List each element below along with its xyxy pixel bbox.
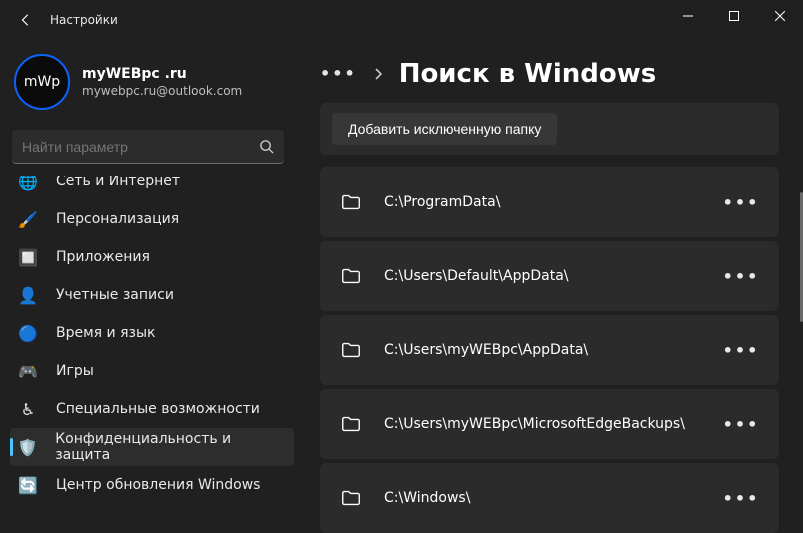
maximize-button[interactable] xyxy=(711,0,757,32)
sidebar-item[interactable]: 🎮 Игры xyxy=(10,352,294,390)
back-button[interactable] xyxy=(12,6,40,34)
sidebar-item-icon: ♿ xyxy=(14,400,42,419)
folder-path: C:\ProgramData\ xyxy=(384,194,701,210)
sidebar-item-label: Специальные возможности xyxy=(56,401,260,417)
row-more-button[interactable]: ••• xyxy=(723,188,759,216)
breadcrumb: ••• Поиск в Windows xyxy=(320,56,779,91)
profile-name: myWEBpc .ru xyxy=(82,66,242,82)
folder-path: C:\Users\myWEBpc\AppData\ xyxy=(384,342,701,358)
row-more-button[interactable]: ••• xyxy=(723,262,759,290)
row-more-button[interactable]: ••• xyxy=(723,336,759,364)
excluded-folder-row[interactable]: C:\Users\Default\AppData\ ••• xyxy=(320,241,779,311)
folder-icon xyxy=(340,191,362,213)
sidebar-item-icon: 🔲 xyxy=(14,248,42,267)
main-panel: ••• Поиск в Windows Добавить исключенную… xyxy=(296,40,803,533)
sidebar-item-label: Центр обновления Windows xyxy=(56,477,260,493)
excluded-folder-row[interactable]: C:\Windows\ ••• xyxy=(320,463,779,533)
sidebar-nav: 🌐 Сеть и Интернет🖌️ Персонализация🔲 Прил… xyxy=(10,176,294,533)
sidebar-item[interactable]: ♿ Специальные возможности xyxy=(10,390,294,428)
sidebar-item-label: Сеть и Интернет xyxy=(56,176,180,189)
sidebar-item-icon: 🎮 xyxy=(14,362,42,381)
sidebar-item[interactable]: 🌐 Сеть и Интернет xyxy=(10,176,294,200)
sidebar-item-label: Игры xyxy=(56,363,94,379)
sidebar-item[interactable]: 🔲 Приложения xyxy=(10,238,294,276)
excluded-folder-row[interactable]: C:\Users\myWEBpc\AppData\ ••• xyxy=(320,315,779,385)
avatar: mWp xyxy=(14,54,70,110)
sidebar: mWp myWEBpc .ru mywebpc.ru@outlook.com 🌐… xyxy=(0,40,296,533)
sidebar-item[interactable]: 🖌️ Персонализация xyxy=(10,200,294,238)
sidebar-item-icon: 🛡️ xyxy=(14,438,41,457)
sidebar-item-label: Конфиденциальность и защита xyxy=(55,431,284,463)
profile-block[interactable]: mWp myWEBpc .ru mywebpc.ru@outlook.com xyxy=(10,44,294,122)
folder-path: C:\Users\Default\AppData\ xyxy=(384,268,701,284)
row-more-button[interactable]: ••• xyxy=(723,484,759,512)
search-icon xyxy=(259,139,274,154)
sidebar-item-icon: 🔄 xyxy=(14,476,42,495)
search-input[interactable] xyxy=(22,139,251,155)
chevron-right-icon xyxy=(373,67,383,81)
search-box[interactable] xyxy=(12,130,284,164)
sidebar-item[interactable]: 👤 Учетные записи xyxy=(10,276,294,314)
sidebar-item[interactable]: 🛡️ Конфиденциальность и защита xyxy=(10,428,294,466)
sidebar-item-icon: 👤 xyxy=(14,286,42,305)
folder-icon xyxy=(340,487,362,509)
excluded-folder-row[interactable]: C:\ProgramData\ ••• xyxy=(320,167,779,237)
window-controls xyxy=(665,0,803,32)
add-excluded-folder-button[interactable]: Добавить исключенную папку xyxy=(332,113,557,145)
folder-icon xyxy=(340,413,362,435)
excluded-folders-list: C:\ProgramData\ ••• C:\Users\Default\App… xyxy=(320,167,779,533)
page-title: Поиск в Windows xyxy=(399,59,657,89)
add-folder-bar: Добавить исключенную папку xyxy=(320,103,779,155)
breadcrumb-more-button[interactable]: ••• xyxy=(320,64,357,83)
sidebar-item-label: Персонализация xyxy=(56,211,179,227)
folder-icon xyxy=(340,265,362,287)
sidebar-item-label: Приложения xyxy=(56,249,150,265)
excluded-folder-row[interactable]: C:\Users\myWEBpc\MicrosoftEdgeBackups\ •… xyxy=(320,389,779,459)
sidebar-item-icon: 🔵 xyxy=(14,324,42,343)
minimize-button[interactable] xyxy=(665,0,711,32)
profile-email: mywebpc.ru@outlook.com xyxy=(82,84,242,98)
folder-path: C:\Users\myWEBpc\MicrosoftEdgeBackups\ xyxy=(384,416,701,432)
sidebar-item-icon: 🌐 xyxy=(14,176,42,191)
close-button[interactable] xyxy=(757,0,803,32)
sidebar-item[interactable]: 🔄 Центр обновления Windows xyxy=(10,466,294,504)
sidebar-item-label: Время и язык xyxy=(56,325,155,341)
sidebar-item-icon: 🖌️ xyxy=(14,210,42,229)
sidebar-item[interactable]: 🔵 Время и язык xyxy=(10,314,294,352)
folder-icon xyxy=(340,339,362,361)
window-title: Настройки xyxy=(50,13,118,27)
folder-path: C:\Windows\ xyxy=(384,490,701,506)
sidebar-item-label: Учетные записи xyxy=(56,287,174,303)
row-more-button[interactable]: ••• xyxy=(723,410,759,438)
